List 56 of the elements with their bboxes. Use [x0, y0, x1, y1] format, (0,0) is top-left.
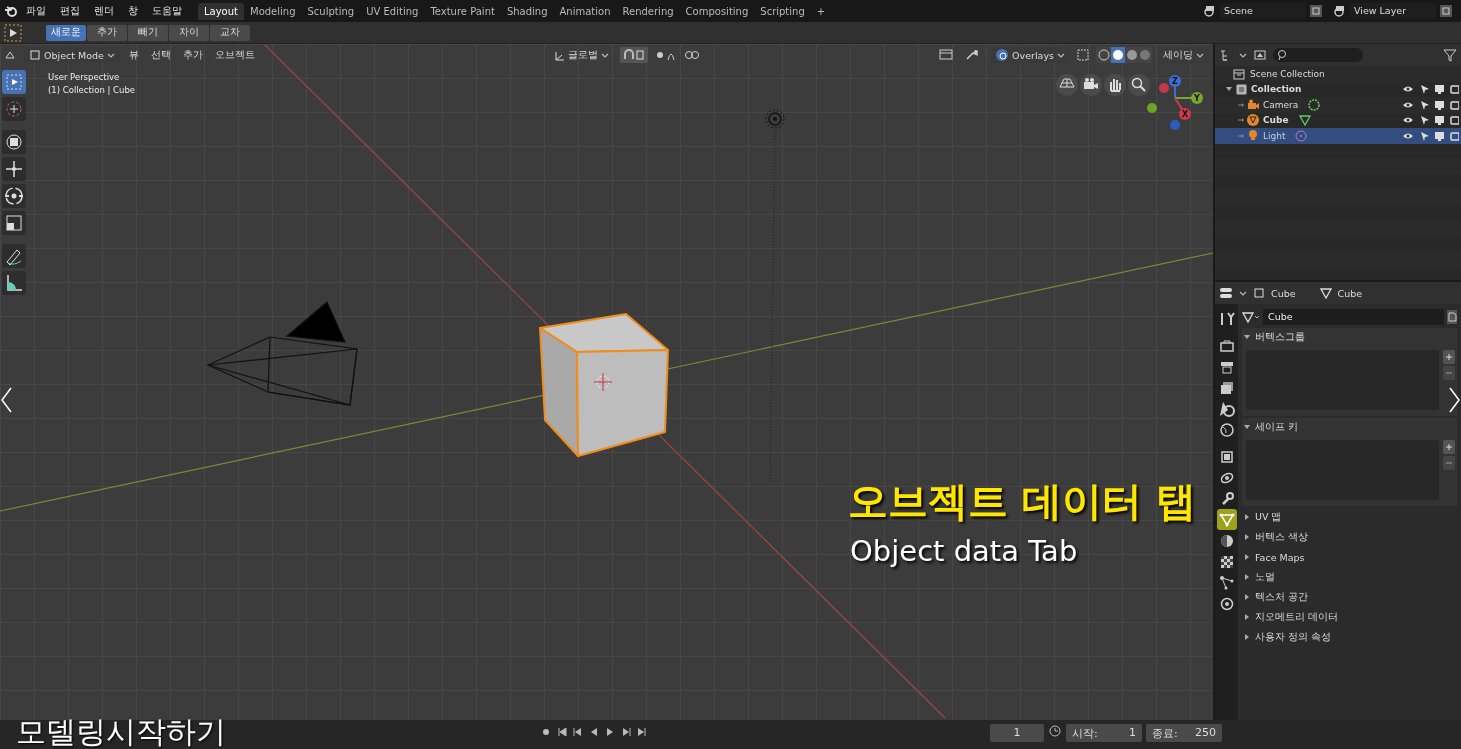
- menu-item[interactable]: 창: [122, 4, 144, 18]
- frame-field[interactable]: 1: [990, 724, 1044, 742]
- axis-label: X: [1181, 110, 1189, 119]
- header-menu[interactable]: 뷰: [125, 48, 142, 62]
- menu-item[interactable]: 도움말: [146, 4, 188, 18]
- menu-item[interactable]: 파일: [20, 4, 52, 18]
- panel-header[interactable]: 버텍스 색상: [1242, 528, 1457, 546]
- workspace-tab[interactable]: Texture Paint: [424, 2, 501, 20]
- panel-header[interactable]: UV 맵: [1242, 508, 1457, 526]
- panel-header[interactable]: 사용자 정의 속성: [1242, 628, 1457, 646]
- orientation-dropdown[interactable]: 글로벌: [548, 47, 615, 63]
- selection-mode-button[interactable]: 빼기: [128, 24, 168, 41]
- workspace-tab[interactable]: Rendering: [616, 2, 680, 20]
- scene-field[interactable]: Scene: [1220, 3, 1306, 19]
- data-name: Cube: [1337, 287, 1363, 299]
- workspace-tab[interactable]: +: [810, 2, 832, 20]
- menu-item[interactable]: 렌더: [88, 4, 120, 18]
- outliner-item[interactable]: Collection: [1251, 84, 1302, 95]
- menu-item[interactable]: 편집: [54, 4, 86, 18]
- panel-header[interactable]: Face Maps: [1242, 548, 1457, 566]
- workspace-tab[interactable]: Layout: [198, 2, 244, 20]
- panel-header[interactable]: 세이프 키: [1242, 418, 1457, 436]
- workspace-tab[interactable]: Scripting: [754, 2, 811, 20]
- header-menu[interactable]: 오브젝트: [211, 48, 258, 62]
- workspace-tab[interactable]: Compositing: [679, 2, 755, 20]
- header-menu[interactable]: 추가: [179, 48, 206, 62]
- workspace-tab[interactable]: Animation: [553, 2, 617, 20]
- selection-mode-button[interactable]: 교차: [210, 24, 250, 41]
- workspace-tab[interactable]: UV Editing: [360, 2, 425, 20]
- caption-subtitle: Object data Tab: [850, 534, 1078, 568]
- selection-mode-button[interactable]: 새로운: [46, 24, 86, 41]
- outliner-item[interactable]: Light: [1263, 130, 1286, 141]
- axis-label: Y: [1194, 94, 1200, 103]
- outliner-item[interactable]: Cube: [1263, 115, 1289, 126]
- workspace-tab[interactable]: Shading: [500, 2, 554, 20]
- panel-header[interactable]: 지오메트리 데이터: [1242, 608, 1457, 626]
- workspace-tab[interactable]: Sculpting: [301, 2, 361, 20]
- workspace-tab[interactable]: Modeling: [244, 2, 302, 20]
- selection-mode-button[interactable]: 차이: [169, 24, 209, 41]
- viewport-info: User Perspective: [48, 72, 121, 82]
- caption-title: 오브젝트 데이터 탭: [848, 477, 1196, 526]
- datablock-field[interactable]: Cube: [1263, 309, 1444, 325]
- view-layer-field[interactable]: View Layer: [1350, 3, 1436, 19]
- panel-header[interactable]: 노멀: [1242, 568, 1457, 586]
- outliner-item[interactable]: Scene Collection: [1250, 68, 1325, 79]
- object-name: Cube: [1271, 287, 1296, 299]
- corner-caption: 모델링시작하기: [16, 713, 226, 749]
- axis-label: Z: [1172, 77, 1178, 86]
- start-frame-field[interactable]: 시작: 1: [1066, 724, 1142, 742]
- viewport-info: (1) Collection | Cube: [48, 85, 135, 95]
- end-frame-field[interactable]: 종료: 250: [1146, 724, 1222, 742]
- outliner-item[interactable]: Camera: [1263, 99, 1299, 110]
- header-menu[interactable]: 선택: [147, 48, 174, 62]
- panel-header[interactable]: 버텍스그룹: [1242, 328, 1457, 346]
- panel-header[interactable]: 텍스처 공간: [1242, 588, 1457, 606]
- selection-mode-button[interactable]: 추가: [87, 24, 127, 41]
